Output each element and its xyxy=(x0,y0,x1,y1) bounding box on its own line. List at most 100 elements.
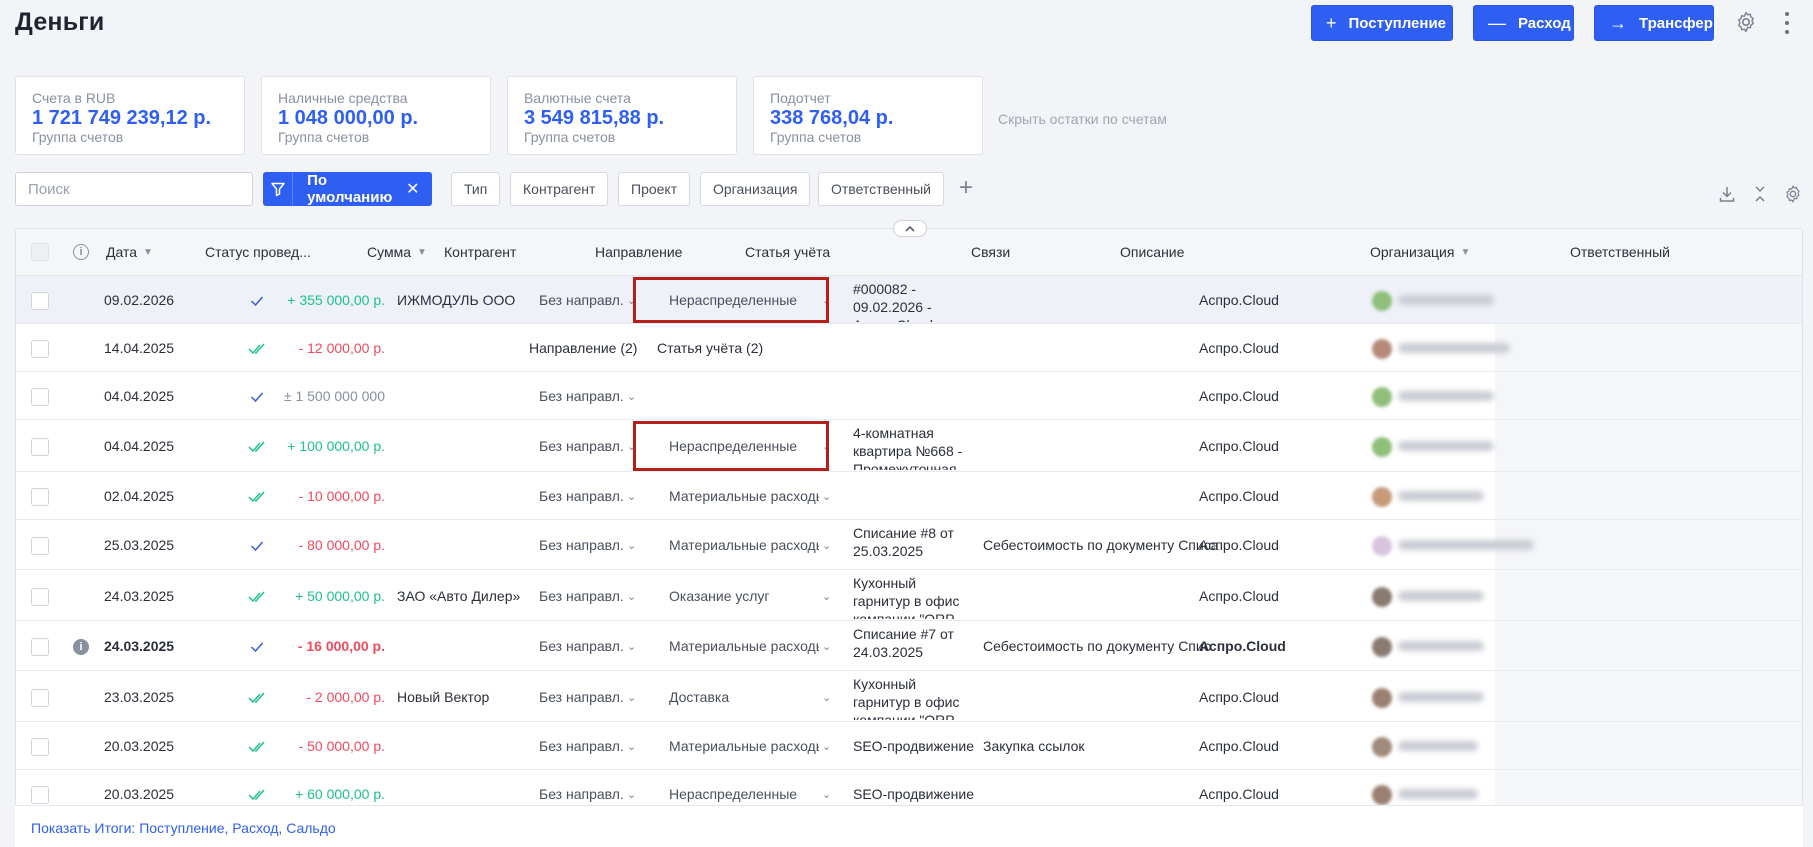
direction-dropdown[interactable]: Без направл... xyxy=(539,588,623,604)
balance-card[interactable]: Подотчет 338 768,04 р. Группа счетов xyxy=(753,76,983,155)
table-row[interactable]: 25.03.2025- 80 000,00 р. Без направл... ⌄ М… xyxy=(16,520,1802,570)
table-row[interactable]: 20.03.2025- 50 000,00 р. Без направл... ⌄ М… xyxy=(16,722,1802,770)
direction-dropdown[interactable]: Без направл... xyxy=(539,488,623,504)
chevron-down-icon[interactable]: ⌄ xyxy=(822,691,831,704)
direction-dropdown[interactable]: Без направл... xyxy=(539,537,623,553)
table-row[interactable]: 04.04.2025 + 100 000,00 р. Без направл... ⌄… xyxy=(16,420,1802,472)
links-cell[interactable]: Списание #7 от 24.03.2025 xyxy=(853,625,977,669)
row-checkbox[interactable] xyxy=(31,638,49,656)
info-icon[interactable]: i xyxy=(73,639,89,655)
table-row[interactable]: 24.03.2025 + 50 000,00 р. ЗАО «Авто Дилер»… xyxy=(16,570,1802,621)
show-totals-link[interactable]: Показать Итоги: Поступление, Расход, Сал… xyxy=(31,820,336,836)
column-header-responsible[interactable]: Ответственный xyxy=(1570,244,1670,260)
direction-cell[interactable]: Направление (2) xyxy=(529,340,637,356)
chevron-down-icon[interactable]: ⌄ xyxy=(822,490,831,503)
column-header-article[interactable]: Статья учёта xyxy=(745,244,830,260)
links-cell[interactable]: #000082 - 09.02.2026 - Аспро.Cloud xyxy=(853,280,977,322)
add-income-button[interactable]: + Поступление xyxy=(1311,5,1453,41)
balance-card[interactable]: Счета в RUB 1 721 749 239,12 р. Группа с… xyxy=(15,76,245,155)
row-checkbox[interactable] xyxy=(31,292,49,310)
collapse-all-icon[interactable] xyxy=(1750,184,1770,204)
chevron-down-icon[interactable]: ⌄ xyxy=(627,740,636,753)
counterparty-cell[interactable]: ИЖМОДУЛЬ ООО xyxy=(397,292,515,308)
row-checkbox[interactable] xyxy=(31,488,49,506)
filter-chip-type[interactable]: Тип xyxy=(451,172,501,206)
select-all-checkbox[interactable] xyxy=(31,243,49,261)
column-header-direction[interactable]: Направление xyxy=(595,244,682,260)
table-row[interactable]: 23.03.2025 - 2 000,00 р. Новый Вектор Без н… xyxy=(16,671,1802,722)
column-header-description[interactable]: Описание xyxy=(1120,244,1184,260)
add-expense-button[interactable]: — Расход xyxy=(1473,5,1574,41)
row-checkbox[interactable] xyxy=(31,786,49,804)
column-header-status[interactable]: Статус провед... xyxy=(205,244,311,260)
chevron-down-icon[interactable]: ⌄ xyxy=(627,539,636,552)
article-dropdown[interactable]: Материальные расходы xyxy=(669,638,819,654)
counterparty-cell[interactable]: ЗАО «Авто Дилер» xyxy=(397,588,520,604)
add-transfer-button[interactable]: → Трансфер xyxy=(1594,5,1714,41)
row-checkbox[interactable] xyxy=(31,537,49,555)
chevron-down-icon[interactable]: ⌄ xyxy=(627,490,636,503)
direction-dropdown[interactable]: Без направл... xyxy=(539,438,623,454)
direction-dropdown[interactable]: Без направл... xyxy=(539,292,623,308)
column-header-organization[interactable]: Организация ▼ xyxy=(1370,244,1470,260)
column-header-counterparty[interactable]: Контрагент xyxy=(444,244,516,260)
filter-preset-chip[interactable]: По умолчанию ✕ xyxy=(263,172,432,206)
row-checkbox[interactable] xyxy=(31,438,49,456)
balance-card[interactable]: Наличные средства 1 048 000,00 р. Группа… xyxy=(261,76,491,155)
table-row[interactable]: 02.04.2025- 10 000,00 р. Без направл... ⌄ М… xyxy=(16,472,1802,520)
links-cell[interactable]: Списание #8 от 25.03.2025 xyxy=(853,524,977,568)
links-cell[interactable]: 4-комнатная квартира №668 - Промежуточна… xyxy=(853,424,977,470)
settings-gear-icon[interactable] xyxy=(1734,10,1758,34)
chevron-down-icon[interactable]: ⌄ xyxy=(822,740,831,753)
more-menu-icon[interactable] xyxy=(1784,12,1790,34)
article-dropdown[interactable]: Материальные расходы xyxy=(669,738,819,754)
links-cell[interactable]: SEO-продвижение xyxy=(853,785,977,803)
chevron-down-icon[interactable]: ⌄ xyxy=(627,590,636,603)
row-checkbox[interactable] xyxy=(31,588,49,606)
chevron-down-icon[interactable]: ⌄ xyxy=(627,390,636,403)
table-row[interactable]: 04.04.2025 ± 1 500 000 000 Без направл... ⌄… xyxy=(16,372,1802,420)
chevron-down-icon[interactable]: ⌄ xyxy=(822,590,831,603)
column-header-date[interactable]: Дата ▼ xyxy=(106,244,153,260)
row-checkbox[interactable] xyxy=(31,388,49,406)
hide-balances-link[interactable]: Скрыть остатки по счетам xyxy=(998,111,1167,127)
table-row[interactable]: i 24.03.2025 - 16 000,00 р. Без направл... ⌄… xyxy=(16,621,1802,671)
column-header-amount[interactable]: Сумма ▼ xyxy=(367,244,427,260)
chevron-down-icon[interactable]: ⌄ xyxy=(822,539,831,552)
article-dropdown[interactable]: Доставка xyxy=(669,689,819,705)
article-dropdown[interactable]: Материальные расходы xyxy=(669,488,819,504)
chevron-down-icon[interactable]: ⌄ xyxy=(627,640,636,653)
chevron-down-icon[interactable]: ⌄ xyxy=(822,788,831,801)
counterparty-cell[interactable]: Новый Вектор xyxy=(397,689,489,705)
article-dropdown[interactable]: Нераспределенные xyxy=(669,786,819,802)
filter-chip-responsible[interactable]: Ответственный xyxy=(818,172,944,206)
article-cell[interactable]: Статья учёта (2) xyxy=(657,340,763,356)
direction-dropdown[interactable]: Без направл... xyxy=(539,388,623,404)
links-cell[interactable]: Кухонный гарнитур в офис компании "ORP-S… xyxy=(853,574,977,619)
funnel-icon[interactable] xyxy=(263,172,294,206)
filter-chip-organization[interactable]: Организация xyxy=(700,172,811,206)
close-icon[interactable]: ✕ xyxy=(406,179,431,199)
add-filter-plus-icon[interactable]: + xyxy=(959,176,973,200)
download-icon[interactable] xyxy=(1717,184,1737,204)
direction-dropdown[interactable]: Без направл... xyxy=(539,786,623,802)
row-checkbox[interactable] xyxy=(31,689,49,707)
row-checkbox[interactable] xyxy=(31,738,49,756)
direction-dropdown[interactable]: Без направл... xyxy=(539,689,623,705)
article-dropdown[interactable]: Материальные расходы xyxy=(669,537,819,553)
table-settings-gear-icon[interactable] xyxy=(1783,184,1803,204)
collapse-panel-handle[interactable] xyxy=(893,220,927,237)
filter-chip-counterparty[interactable]: Контрагент xyxy=(510,172,609,206)
chevron-down-icon[interactable]: ⌄ xyxy=(627,691,636,704)
chevron-down-icon[interactable]: ⌄ xyxy=(822,640,831,653)
article-dropdown[interactable]: Оказание услуг xyxy=(669,588,819,604)
balance-card[interactable]: Валютные счета 3 549 815,88 р. Группа сч… xyxy=(507,76,737,155)
links-cell[interactable]: SEO-продвижение xyxy=(853,737,977,755)
column-header-links[interactable]: Связи xyxy=(971,244,1010,260)
table-row[interactable]: 14.04.2025 - 12 000,00 р. Направление (2) С… xyxy=(16,324,1802,372)
chevron-down-icon[interactable]: ⌄ xyxy=(627,788,636,801)
direction-dropdown[interactable]: Без направл... xyxy=(539,638,623,654)
table-row[interactable]: 09.02.2026 + 355 000,00 р. ИЖМОДУЛЬ ООО Без… xyxy=(16,276,1802,324)
filter-chip-project[interactable]: Проект xyxy=(618,172,691,206)
row-checkbox[interactable] xyxy=(31,340,49,358)
